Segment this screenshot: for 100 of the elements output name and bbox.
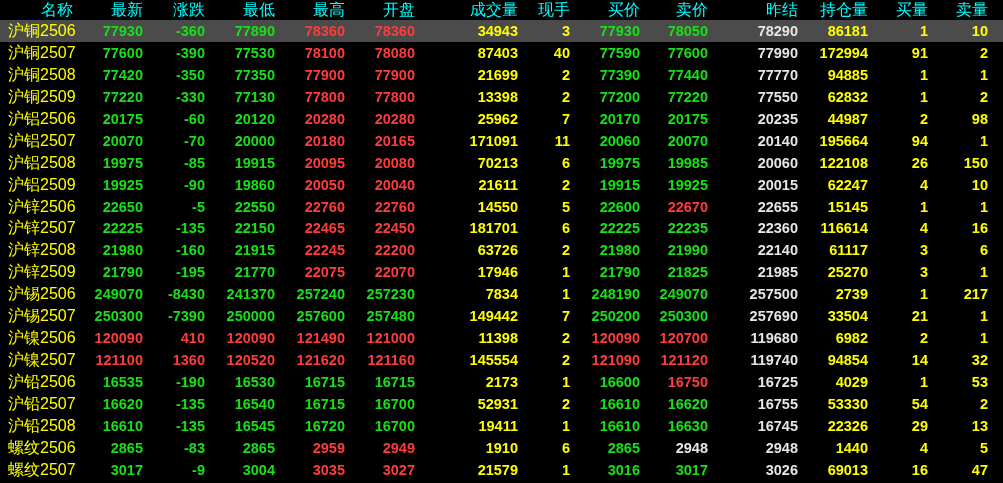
table-cell: -190	[175, 374, 205, 390]
table-cell: 16620	[667, 395, 708, 412]
table-row[interactable]: 沪铝2509 19925 -90 19860 20050 20040 21611 2 19915 19925 20015 62247 4 10	[0, 173, 1003, 196]
table-cell: 21825	[667, 264, 708, 281]
table-cell: 16545	[234, 417, 275, 434]
table-cell-text: 22326	[826, 416, 869, 436]
table-cell: 77220	[102, 88, 143, 105]
table-cell-text: 20060	[756, 153, 799, 173]
column-header[interactable]: 最低	[208, 0, 278, 20]
column-header[interactable]: 现手	[521, 0, 573, 20]
table-row[interactable]: 沪铜2509 77220 -330 77130 77800 77800 13398 2 77200 77220 77550 62832 1 2	[0, 85, 1003, 108]
table-row[interactable]: 沪铅2508 16610 -135 16545 16720 16700 19411 1 16610 16630 16745 22326 29 13	[0, 414, 1003, 437]
table-row[interactable]: 沪铜2507 77600 -390 77530 78100 78080 87403 40 77590 77600 77990 172994 91 2	[0, 41, 1003, 64]
column-header[interactable]: 成交量	[418, 0, 521, 20]
table-cell: 250200	[591, 308, 640, 325]
table-cell: -5	[192, 198, 205, 215]
table-cell-text: 沪锌2506	[7, 196, 76, 217]
table-row[interactable]: 沪铝2508 19975 -85 19915 20095 20080 70213 6 19975 19985 20060 122108 26 150	[0, 151, 1003, 174]
table-row[interactable]: 沪锡2507 250300 -7390 250000 257600 257480 149442 7 250200 250300 257690 33504 21 1	[0, 305, 1003, 328]
table-cell-text: 1	[978, 329, 989, 349]
table-cell-text: 5	[560, 197, 571, 217]
table-cell-text: 沪铜2508	[7, 64, 76, 85]
table-cell-text: 94	[910, 131, 929, 151]
table-cell-text: 10	[970, 175, 989, 195]
table-cell: 19975	[102, 154, 143, 171]
table-row[interactable]: 沪镍2506 120090 410 120090 121490 121000 11398 2 120090 120700 119680 6982 2 1	[0, 327, 1003, 350]
table-cell-text: 62247	[826, 175, 869, 195]
column-header[interactable]: 最新	[76, 0, 146, 20]
column-header[interactable]: 买价	[573, 0, 643, 20]
column-header[interactable]: 涨跌	[146, 0, 208, 20]
table-cell-text: 149442	[468, 307, 519, 327]
table-cell: 77530	[234, 44, 275, 61]
table-cell-text: 17946	[476, 263, 519, 283]
table-cell: 77200	[599, 88, 640, 105]
table-cell: -135	[175, 220, 205, 237]
table-cell-text: 6	[978, 241, 989, 261]
table-row[interactable]: 沪铝2507 20070 -70 20000 20180 20165 171091 11 20060 20070 20140 195664 94 1	[0, 129, 1003, 152]
table-cell: 22235	[667, 220, 708, 237]
table-row[interactable]: 螺纹2507 3017 -9 3004 3035 3027 21579 1 3016 3017 3026 69013 16 47	[0, 458, 1003, 481]
table-cell: 3035	[312, 461, 345, 478]
table-row[interactable]: 沪铝2506 20175 -60 20120 20280 20280 25962 7 20170 20175 20235 44987 2 98	[0, 107, 1003, 130]
column-header[interactable]: 卖量	[931, 0, 991, 20]
table-cell-text: 13	[970, 416, 989, 436]
table-cell: 21980	[102, 242, 143, 259]
table-row[interactable]: 沪铅2507 16620 -135 16540 16715 16700 52931 2 16610 16620 16755 53330 54 2	[0, 392, 1003, 415]
table-cell-text: 沪铜2506	[7, 21, 76, 41]
table-cell-text: 21611	[477, 175, 519, 195]
table-row[interactable]: 沪锌2509 21790 -195 21770 22075 22070 17946 1 21790 21825 21985 25270 3 1	[0, 261, 1003, 284]
column-header[interactable]: 最高	[278, 0, 348, 20]
table-row[interactable]: 沪铜2506 77930 -360 77890 78360 78360 34943 3 77930 78050 78290 86181 1 10	[0, 20, 1003, 42]
table-cell-text: 3	[918, 263, 929, 283]
table-cell: 16620	[102, 395, 143, 412]
column-header[interactable]: 卖价	[643, 0, 711, 20]
table-cell: 16610	[102, 417, 143, 434]
column-header[interactable]: 名称	[0, 0, 76, 20]
table-cell-text: 5	[978, 438, 989, 458]
table-cell-text: 257690	[748, 307, 799, 327]
table-cell-text: 44987	[826, 109, 869, 129]
table-cell-text: 沪铝2507	[7, 130, 76, 151]
table-cell: -160	[175, 242, 205, 259]
table-cell-text: 沪锡2506	[7, 284, 76, 305]
table-row[interactable]: 沪铜2508 77420 -350 77350 77900 77900 21699 2 77390 77440 77770 94885 1 1	[0, 63, 1003, 86]
table-cell-text: 20015	[756, 175, 799, 195]
table-cell: 77220	[667, 88, 708, 105]
table-cell-text: 21985	[756, 263, 799, 283]
table-cell-text: 34943	[476, 22, 519, 41]
table-cell-text: 20140	[756, 131, 799, 151]
table-cell-text: 4029	[834, 373, 869, 392]
table-cell-text: 1	[560, 263, 571, 283]
table-cell-text: 53	[970, 373, 989, 392]
table-cell: 250300	[94, 308, 143, 325]
table-row[interactable]: 沪锌2508 21980 -160 21915 22245 22200 63726 2 21980 21990 22140 61117 3 6	[0, 239, 1003, 262]
table-cell: 77600	[102, 44, 143, 61]
table-cell: 20060	[599, 132, 640, 149]
table-row[interactable]: 沪锌2506 22650 -5 22550 22760 22760 14550 5 22600 22670 22655 15145 1 1	[0, 195, 1003, 218]
table-cell-text: 11398	[477, 329, 519, 349]
table-cell: 78100	[304, 44, 345, 61]
table-cell: 20095	[304, 154, 345, 171]
table-cell-text: 1	[560, 373, 571, 392]
table-cell: 22150	[234, 220, 275, 237]
table-row[interactable]: 沪锡2506 249070 -8430 241370 257240 257230 7834 1 248190 249070 257500 2739 1 217	[0, 283, 1003, 306]
table-cell: -85	[184, 154, 205, 171]
column-header[interactable]: 买量	[871, 0, 931, 20]
table-cell-text: 26	[910, 153, 929, 173]
column-header[interactable]: 昨结	[711, 0, 801, 20]
column-header[interactable]: 持仓量	[801, 0, 871, 20]
table-cell: 77350	[234, 66, 275, 83]
table-cell-text: 13398	[476, 87, 519, 107]
table-row[interactable]: 沪铅2506 16535 -190 16530 16715 16715 2173 1 16600 16750 16725 4029 1 53	[0, 371, 1003, 393]
table-cell: 22245	[304, 242, 345, 259]
column-header[interactable]: 开盘	[348, 0, 418, 20]
table-cell: 410	[180, 330, 205, 347]
table-cell-text: 77770	[756, 65, 799, 85]
table-cell: 120090	[226, 330, 275, 347]
table-row[interactable]: 沪镍2507 121100 1360 120520 121620 121160 145554 2 121090 121120 119740 94854 14 32	[0, 349, 1003, 371]
table-cell-text: 94854	[826, 351, 869, 371]
table-row[interactable]: 沪锌2507 22225 -135 22150 22465 22450 181701 6 22225 22235 22360 116614 4 16	[0, 217, 1003, 240]
table-cell: 16715	[304, 395, 345, 412]
table-cell: 257230	[366, 286, 415, 303]
table-row[interactable]: 螺纹2506 2865 -83 2865 2959 2949 1910 6 2865 2948 2948 1440 4 5	[0, 436, 1003, 459]
